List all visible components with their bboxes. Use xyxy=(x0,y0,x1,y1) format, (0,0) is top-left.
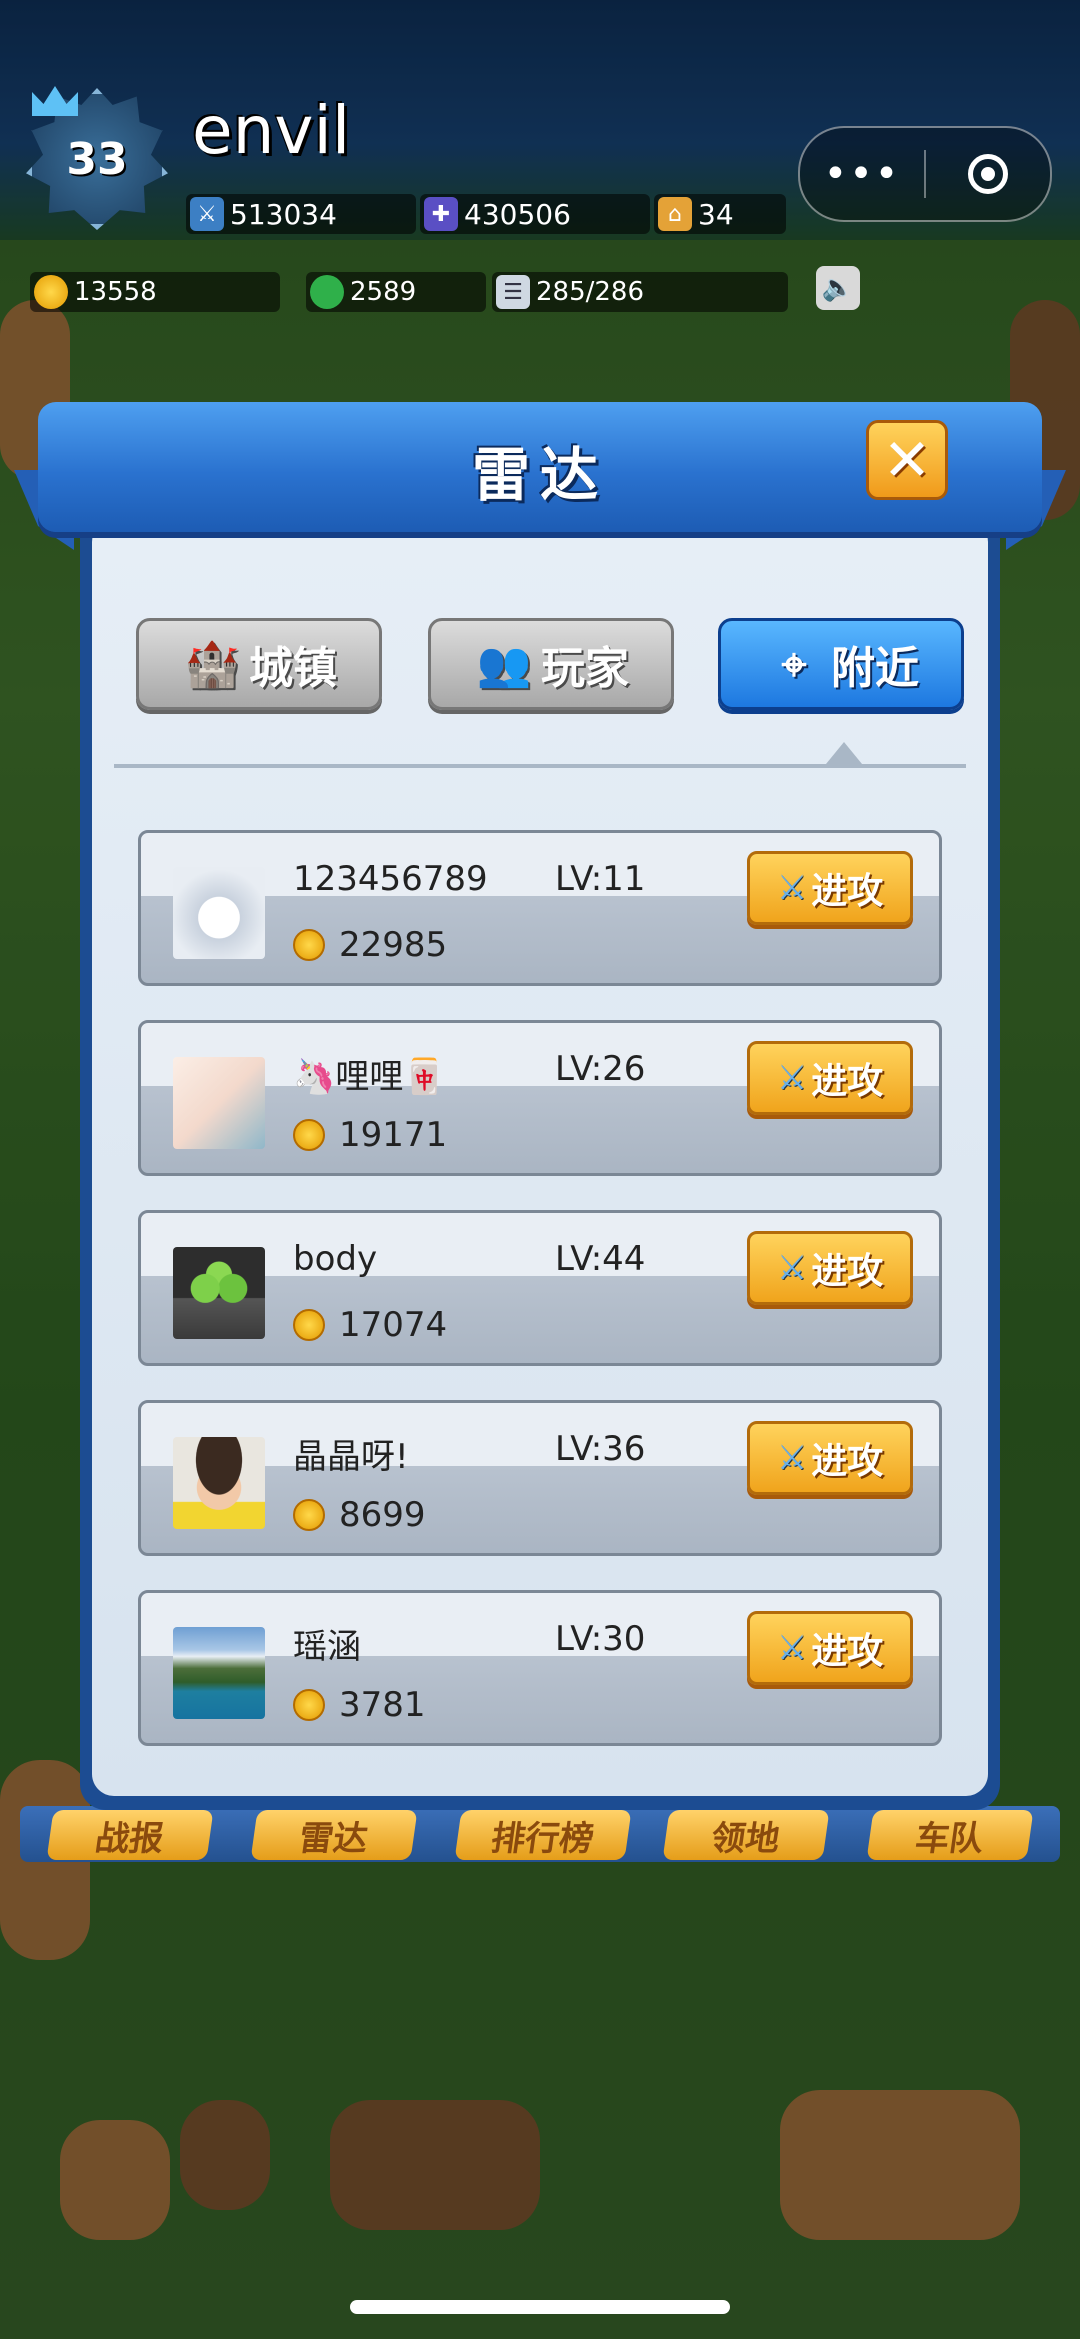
child-avatar xyxy=(173,1437,265,1529)
active-tab-pointer xyxy=(826,742,862,764)
player-level: LV:30 xyxy=(555,1619,646,1659)
troop-capacity-value: 285/286 xyxy=(536,277,645,307)
gold-value: 13558 xyxy=(74,277,157,307)
gold-coin-icon xyxy=(293,1499,325,1531)
bottom-tab-radar[interactable]: 雷达 xyxy=(250,1810,418,1860)
attack-label: 进攻 xyxy=(811,1441,884,1482)
player-name: 🦄哩哩🀄 xyxy=(293,1057,446,1097)
castle-icon: 🏰 xyxy=(184,639,240,690)
close-icon: ✕ xyxy=(882,426,932,494)
attack-power-stat: ⚔ 513034 xyxy=(186,194,416,234)
swords-icon: ⚔ xyxy=(776,1438,808,1478)
tab-nearby[interactable]: ⌖ 附近 xyxy=(718,618,964,710)
tab-town-label: 城镇 xyxy=(249,643,337,694)
player-level: LV:44 xyxy=(555,1239,646,1279)
gold-coin-icon xyxy=(293,1119,325,1151)
player-name: 123456789 xyxy=(293,859,488,899)
gold-coin-icon xyxy=(293,929,325,961)
mountain-lake-avatar xyxy=(173,1627,265,1719)
attack-label: 进攻 xyxy=(811,1251,884,1292)
player-level: LV:36 xyxy=(555,1429,646,1469)
attack-button[interactable]: ⚔ 进攻 xyxy=(747,1611,913,1685)
level-number: 33 xyxy=(66,133,128,185)
bottom-tab-leaderboard[interactable]: 排行榜 xyxy=(454,1810,632,1860)
gold-coin-icon xyxy=(293,1689,325,1721)
anime-girl-avatar xyxy=(173,1057,265,1149)
swords-icon: ⚔ xyxy=(776,1248,808,1288)
defense-power-value: 430506 xyxy=(464,197,571,231)
crosshair-icon: ⌖ xyxy=(781,638,807,690)
troop-capacity-icon: ☰ xyxy=(496,275,530,309)
player-name: 晶晶呀! xyxy=(293,1437,409,1477)
troop-capacity-stat: ☰ 285/286 xyxy=(492,272,788,312)
tab-nearby-label: 附近 xyxy=(831,643,919,694)
player-gold: 19171 xyxy=(339,1115,448,1155)
bottom-tab-battle-report[interactable]: 战报 xyxy=(46,1810,214,1860)
gem-stat: 2589 xyxy=(306,272,486,312)
swords-icon: ⚔ xyxy=(776,1628,808,1668)
sound-toggle-icon[interactable]: 🔈 xyxy=(816,266,860,310)
house-count-value: 34 xyxy=(698,197,734,231)
player-gold: 8699 xyxy=(339,1495,426,1535)
attack-button[interactable]: ⚔ 进攻 xyxy=(747,1041,913,1115)
target-circle-icon[interactable] xyxy=(926,154,1050,194)
list-item: 🦄哩哩🀄 LV:26 19171 ⚔ 进攻 xyxy=(138,1020,942,1176)
player-gold: 22985 xyxy=(339,925,448,965)
gold-coin-icon xyxy=(293,1309,325,1341)
players-icon: 👥 xyxy=(476,639,532,690)
attack-button[interactable]: ⚔ 进攻 xyxy=(747,1231,913,1305)
list-item: 瑶涵 LV:30 3781 ⚔ 进攻 xyxy=(138,1590,942,1746)
player-name: envil xyxy=(192,92,351,169)
husky-avatar xyxy=(173,867,265,959)
attack-button[interactable]: ⚔ 进攻 xyxy=(747,1421,913,1495)
player-gold: 3781 xyxy=(339,1685,426,1725)
tab-players-label: 玩家 xyxy=(541,643,629,694)
attack-power-value: 513034 xyxy=(230,197,337,231)
bottom-tab-territory[interactable]: 领地 xyxy=(662,1810,830,1860)
green-apples-avatar xyxy=(173,1247,265,1339)
gem-value: 2589 xyxy=(350,277,417,307)
swords-icon: ⚔ xyxy=(776,1058,808,1098)
list-item: 晶晶呀! LV:36 8699 ⚔ 进攻 xyxy=(138,1400,942,1556)
sword-icon: ⚔ xyxy=(190,197,224,231)
shield-icon: ✚ xyxy=(424,197,458,231)
close-button[interactable]: ✕ xyxy=(866,420,948,500)
list-item: 123456789 LV:11 22985 ⚔ 进攻 xyxy=(138,830,942,986)
attack-label: 进攻 xyxy=(811,871,884,912)
player-name: body xyxy=(293,1239,378,1279)
more-dots-icon[interactable]: ••• xyxy=(800,151,924,197)
tab-town[interactable]: 🏰 城镇 xyxy=(136,618,382,710)
attack-label: 进攻 xyxy=(811,1061,884,1102)
player-gold: 17074 xyxy=(339,1305,448,1345)
attack-button[interactable]: ⚔ 进攻 xyxy=(747,851,913,925)
house-icon: ⌂ xyxy=(658,197,692,231)
tab-divider xyxy=(114,764,966,768)
house-count-stat: ⌂ 34 xyxy=(654,194,786,234)
attack-label: 进攻 xyxy=(811,1631,884,1672)
green-gem-icon xyxy=(310,275,344,309)
tab-players[interactable]: 👥 玩家 xyxy=(428,618,674,710)
player-level: LV:26 xyxy=(555,1049,646,1089)
home-indicator[interactable] xyxy=(350,2300,730,2314)
swords-icon: ⚔ xyxy=(776,868,808,908)
gold-coin-icon xyxy=(34,275,68,309)
defense-power-stat: ✚ 430506 xyxy=(420,194,650,234)
player-name: 瑶涵 xyxy=(293,1627,361,1667)
player-level: LV:11 xyxy=(555,859,646,899)
gold-stat: 13558 xyxy=(30,272,280,312)
bottom-tab-fleet[interactable]: 车队 xyxy=(866,1810,1034,1860)
mini-program-capsule: ••• xyxy=(798,126,1052,222)
list-item: body LV:44 17074 ⚔ 进攻 xyxy=(138,1210,942,1366)
